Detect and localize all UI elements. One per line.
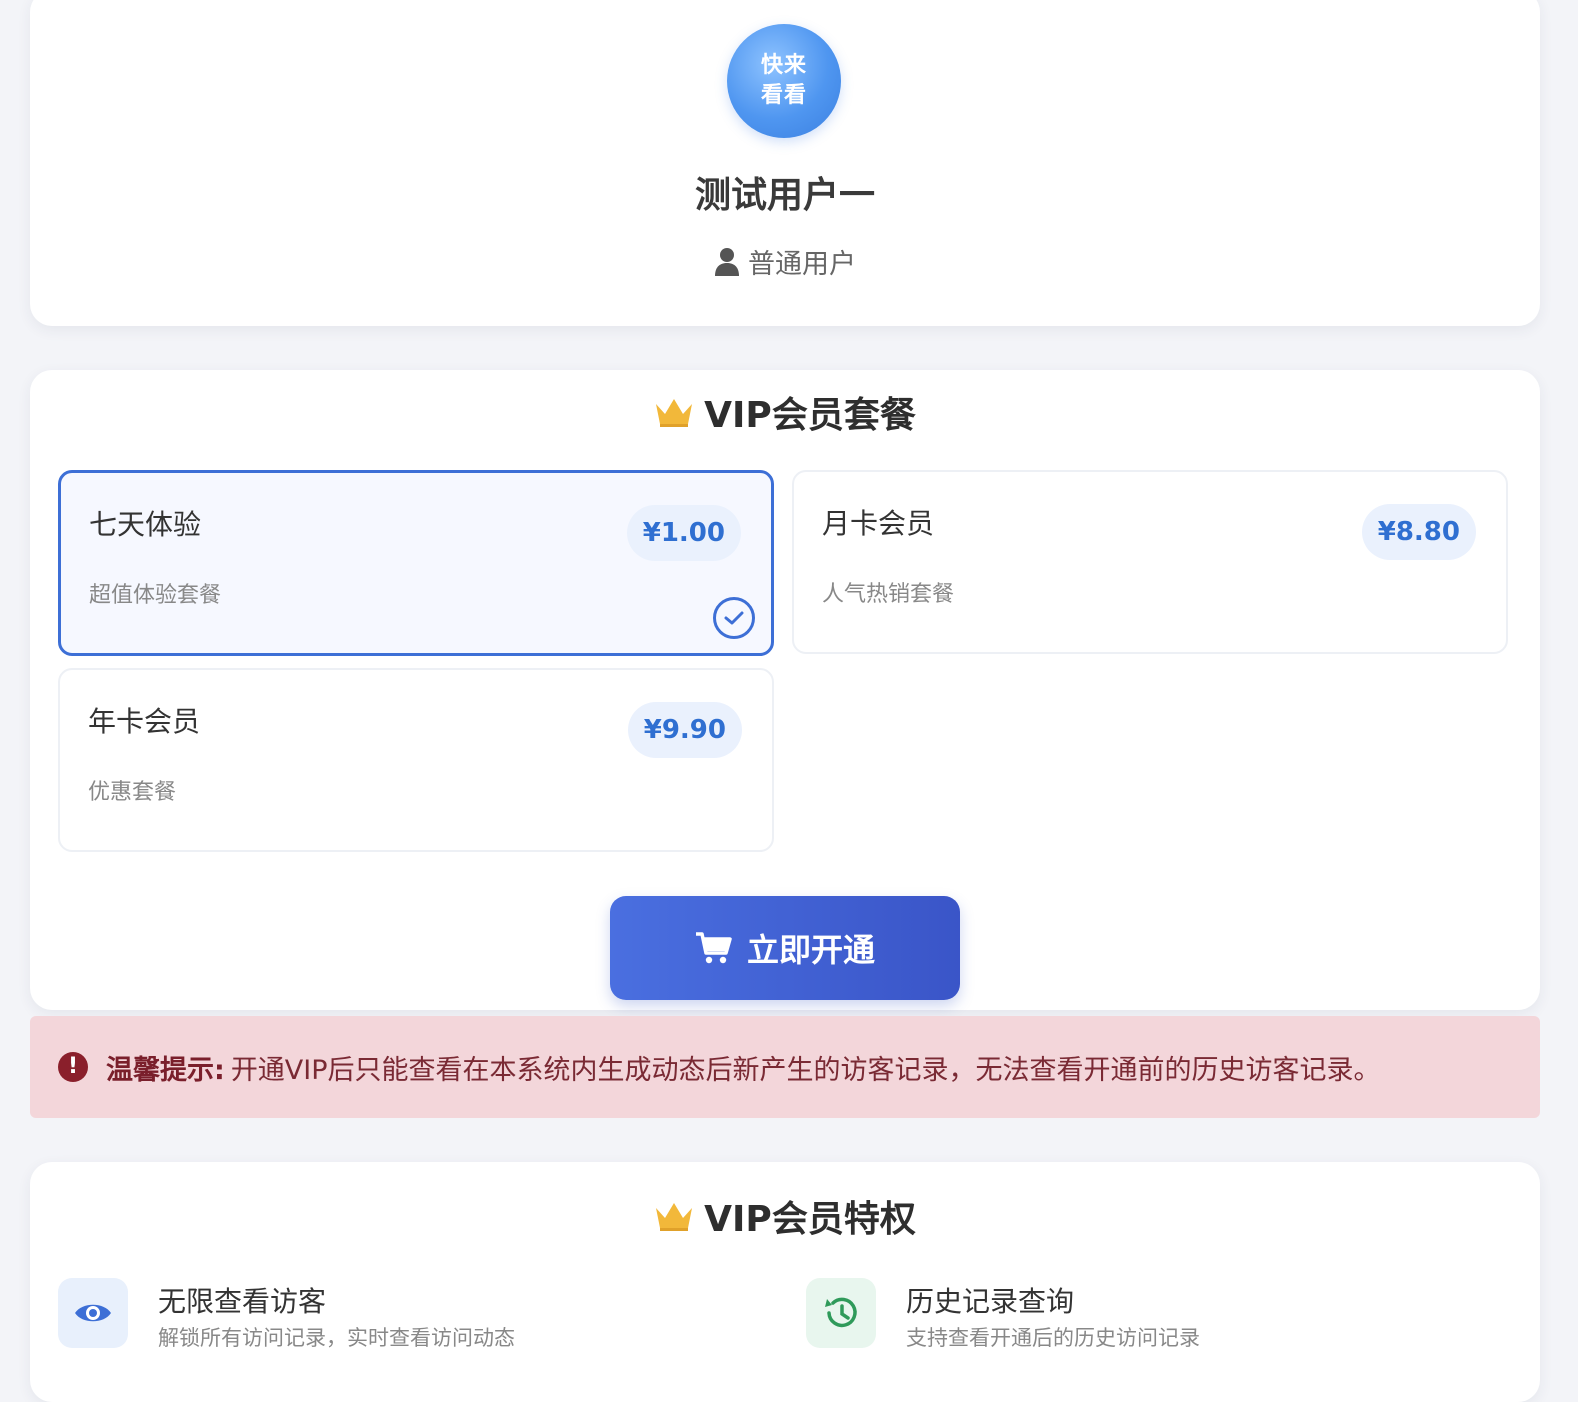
- notice-banner: ! 温馨提示: 开通VIP后只能查看在本系统内生成动态后新产生的访客记录，无法查…: [30, 1016, 1540, 1118]
- plan-desc: 人气热销套餐: [822, 582, 955, 607]
- privileges-title: VIP会员特权: [30, 1190, 1540, 1242]
- user-icon: [715, 247, 739, 276]
- privilege-title: 历史记录查询: [906, 1285, 1075, 1318]
- buy-now-button[interactable]: 立即开通: [610, 896, 960, 1000]
- eye-icon: [58, 1278, 128, 1348]
- plan-option-seven-day[interactable]: 七天体验 ¥1.00 超值体验套餐: [58, 470, 774, 656]
- cart-icon: [695, 932, 732, 964]
- plan-name: 年卡会员: [88, 705, 201, 738]
- vip-privileges-card: VIP会员特权 无限查看访客 解锁所有访问记录，实时查看访问动态 历史记录查询 …: [30, 1162, 1540, 1402]
- plan-price: ¥9.90: [627, 702, 742, 758]
- plan-price: ¥1.00: [626, 505, 741, 561]
- plan-desc: 超值体验套餐: [89, 583, 222, 608]
- plan-name: 月卡会员: [822, 507, 935, 540]
- crown-icon: [656, 1203, 693, 1231]
- avatar[interactable]: 快来 看看: [727, 24, 841, 138]
- notice-label: 温馨提示:: [106, 1054, 225, 1086]
- user-role: 普通用户: [30, 242, 1540, 281]
- crown-icon: [656, 399, 693, 427]
- user-role-label: 普通用户: [748, 249, 856, 280]
- exclamation-icon: !: [58, 1052, 88, 1082]
- privilege-desc: 解锁所有访问记录，实时查看访问动态: [158, 1326, 515, 1350]
- plan-option-yearly[interactable]: 年卡会员 ¥9.90 优惠套餐: [58, 668, 774, 852]
- plan-option-monthly[interactable]: 月卡会员 ¥8.80 人气热销套餐: [792, 470, 1508, 654]
- plans-title-text: VIP会员套餐: [704, 395, 916, 436]
- history-icon: [806, 1278, 876, 1348]
- privileges-title-text: VIP会员特权: [704, 1199, 916, 1240]
- avatar-text-line1: 快来: [760, 53, 807, 78]
- plan-price: ¥8.80: [1361, 504, 1476, 560]
- check-circle-icon: [713, 597, 755, 639]
- plan-desc: 优惠套餐: [88, 780, 177, 805]
- avatar-text-line2: 看看: [760, 83, 807, 108]
- username: 测试用户一: [694, 175, 875, 216]
- plan-name: 七天体验: [89, 508, 202, 541]
- privilege-title: 无限查看访客: [158, 1285, 327, 1318]
- profile-card: 快来 看看 测试用户一 普通用户: [30, 0, 1540, 326]
- buy-now-label: 立即开通: [746, 931, 875, 969]
- vip-plans-card: VIP会员套餐 七天体验 ¥1.00 超值体验套餐 月卡会员 ¥8.80 人气热…: [30, 370, 1540, 1010]
- plans-title: VIP会员套餐: [30, 386, 1540, 438]
- notice-text: 开通VIP后只能查看在本系统内生成动态后新产生的访客记录，无法查看开通前的历史访…: [230, 1054, 1381, 1086]
- privilege-desc: 支持查看开通后的历史访问记录: [906, 1326, 1200, 1350]
